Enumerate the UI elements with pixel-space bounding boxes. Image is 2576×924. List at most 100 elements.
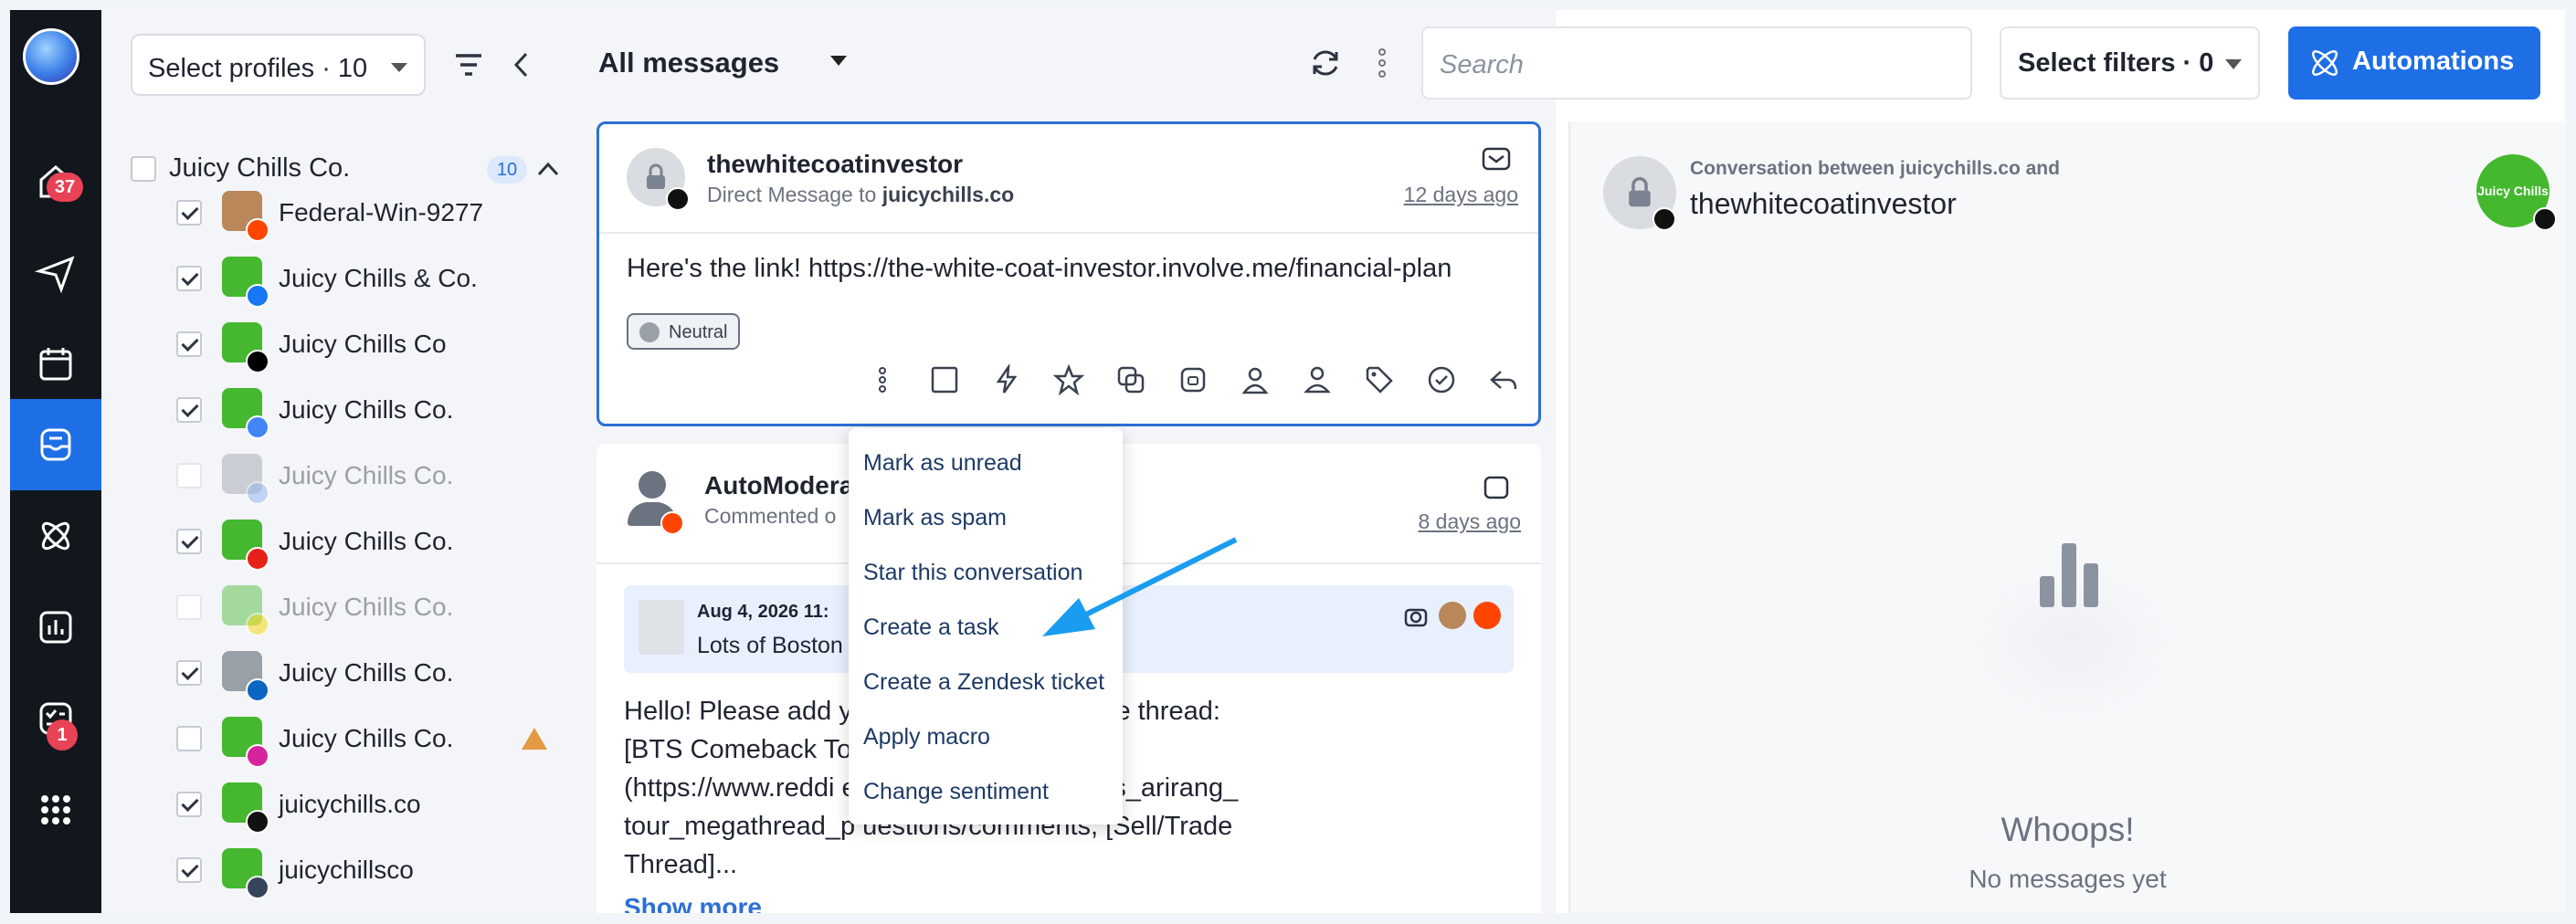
message-date[interactable]: 12 days ago (1404, 183, 1518, 207)
assign-user-icon[interactable] (1299, 362, 1336, 398)
menu-item[interactable]: Mark as unread (863, 450, 1022, 477)
profile-name: Juicy Chills Co. (279, 658, 454, 687)
star-icon[interactable] (1050, 362, 1087, 398)
profile-item[interactable]: Juicy Chills & Co. (176, 246, 560, 311)
sender-name[interactable]: thewhitecoatinvestor (707, 150, 963, 179)
profile-item[interactable]: juicychills.co (176, 772, 560, 837)
profile-item[interactable]: Juicy Chills Co (176, 311, 560, 377)
send-icon[interactable] (10, 227, 101, 319)
profile-name: Federal-Win-9277 (279, 198, 484, 226)
tasks-badge: 1 (47, 719, 78, 751)
automations-icon (2312, 50, 2338, 76)
profile-item[interactable]: Juicy Chills Co. (176, 640, 560, 706)
warning-icon[interactable] (522, 728, 547, 750)
quote-date: Aug 4, 2026 11: (697, 602, 829, 622)
check-circle-icon[interactable] (1423, 362, 1460, 398)
reply-icon[interactable] (1485, 362, 1522, 398)
filter-icon[interactable] (450, 47, 487, 83)
menu-item[interactable]: Create a Zendesk ticket (863, 669, 1104, 696)
profile-item[interactable]: Juicy Chills Co. (176, 377, 560, 443)
profile-item[interactable]: Federal-Win-9277 (176, 180, 560, 246)
select-square-icon[interactable] (926, 362, 963, 398)
profile-name: Juicy Chills Co. (279, 593, 454, 621)
menu-item[interactable]: Create a task (863, 614, 999, 641)
message-view-selector[interactable]: All messages (598, 47, 779, 79)
profile-selector[interactable]: Select profiles · 10 (131, 34, 426, 96)
chevron-up-icon[interactable] (536, 160, 560, 178)
sentiment-badge[interactable]: Neutral (627, 313, 741, 350)
apps-grid-icon[interactable] (10, 764, 101, 856)
filters-label: Select filters · 0 (2018, 48, 2214, 78)
collapse-left-icon[interactable] (503, 47, 540, 83)
sender-name[interactable]: AutoModera (704, 471, 853, 500)
profile-checkbox[interactable] (176, 660, 202, 686)
app-window: 37 1 Select profiles · 10 Juicy Chills C… (10, 10, 2565, 913)
automations-button[interactable]: Automations (2288, 26, 2540, 100)
message-date[interactable]: 8 days ago (1418, 509, 1521, 534)
profile-checkbox[interactable] (176, 463, 202, 488)
menu-item[interactable]: Change sentiment (863, 779, 1049, 805)
app-logo[interactable] (23, 28, 79, 85)
calendar-icon[interactable] (10, 319, 101, 410)
profile-item[interactable]: Juicy Chills Co. (176, 706, 560, 772)
gbp-icon (246, 415, 269, 439)
more-vertical-icon[interactable] (1377, 47, 1388, 79)
profile-checkbox[interactable] (176, 331, 202, 357)
profile-checkbox[interactable] (176, 857, 202, 883)
profile-name: Juicy Chills Co. (279, 527, 454, 555)
profile-checkbox[interactable] (176, 200, 202, 226)
profile-checkbox[interactable] (176, 266, 202, 291)
profile-name: juicychills.co (279, 790, 421, 818)
profile-item[interactable]: Juicy Chills Co. (176, 574, 560, 640)
message-card-selected[interactable]: thewhitecoatinvestor Direct Message to j… (596, 121, 1541, 426)
profile-checkbox[interactable] (176, 594, 202, 620)
linkedin-icon (246, 678, 269, 702)
refresh-icon[interactable] (1307, 45, 1344, 81)
lightning-icon[interactable] (988, 362, 1025, 398)
profile-selector-label: Select profiles · 10 (148, 54, 368, 83)
analytics-icon[interactable] (10, 582, 101, 673)
user-icon[interactable] (1237, 362, 1273, 398)
actions-dropdown-menu: Mark as unread Mark as spam Star this conv… (849, 428, 1123, 824)
inbox-icon[interactable] (10, 399, 101, 490)
profile-name: Juicy Chills Co. (279, 461, 454, 489)
profiles-panel: Select profiles · 10 Juicy Chills Co. 10… (101, 10, 560, 913)
tiktok-icon (1652, 207, 1676, 231)
more-actions-icon[interactable] (864, 362, 901, 398)
menu-item[interactable]: Apply macro (863, 724, 990, 751)
gbp-building-icon (246, 481, 269, 505)
author-avatar (1439, 602, 1466, 629)
ticket-icon[interactable] (1175, 362, 1211, 398)
profile-item[interactable]: Juicy Chills Co. (176, 509, 560, 574)
search-input[interactable]: Search (1421, 26, 1972, 100)
automations-label: Automations (2352, 47, 2515, 76)
chevron-down-icon (391, 63, 407, 72)
tasks-icon[interactable] (10, 673, 101, 764)
profile-name: Juicy Chills Co. (279, 724, 454, 752)
copy-icon[interactable] (1113, 362, 1149, 398)
reddit-icon (246, 218, 269, 242)
profile-checkbox[interactable] (176, 397, 202, 423)
chevron-down-icon (2225, 59, 2242, 69)
post-thumbnail (639, 600, 684, 655)
show-more-link[interactable]: Show more (624, 893, 762, 913)
nav-rail: 37 1 (10, 10, 101, 913)
filters-dropdown[interactable]: Select filters · 0 (2000, 26, 2260, 100)
menu-item[interactable]: Star this conversation (863, 560, 1082, 586)
chevron-down-icon[interactable] (830, 56, 847, 66)
profile-checkbox[interactable] (176, 726, 202, 751)
tag-icon[interactable] (1361, 362, 1398, 398)
group-checkbox[interactable] (131, 156, 156, 182)
profile-item[interactable]: juicychillsco (176, 837, 560, 903)
reddit-icon (1473, 602, 1501, 629)
profile-item[interactable]: Juicy Chills Co. (176, 443, 560, 509)
screen: 37 1 Select profiles · 10 Juicy Chills C… (0, 0, 2576, 924)
automations-icon[interactable] (10, 490, 101, 582)
message-subtitle: Commented o (704, 504, 837, 528)
profile-checkbox[interactable] (176, 529, 202, 554)
menu-item[interactable]: Mark as spam (863, 505, 1007, 531)
comment-line: Thread]... (624, 850, 738, 879)
envelope-icon[interactable] (1482, 146, 1511, 172)
profile-checkbox[interactable] (176, 792, 202, 817)
comment-icon[interactable] (1483, 475, 1510, 502)
